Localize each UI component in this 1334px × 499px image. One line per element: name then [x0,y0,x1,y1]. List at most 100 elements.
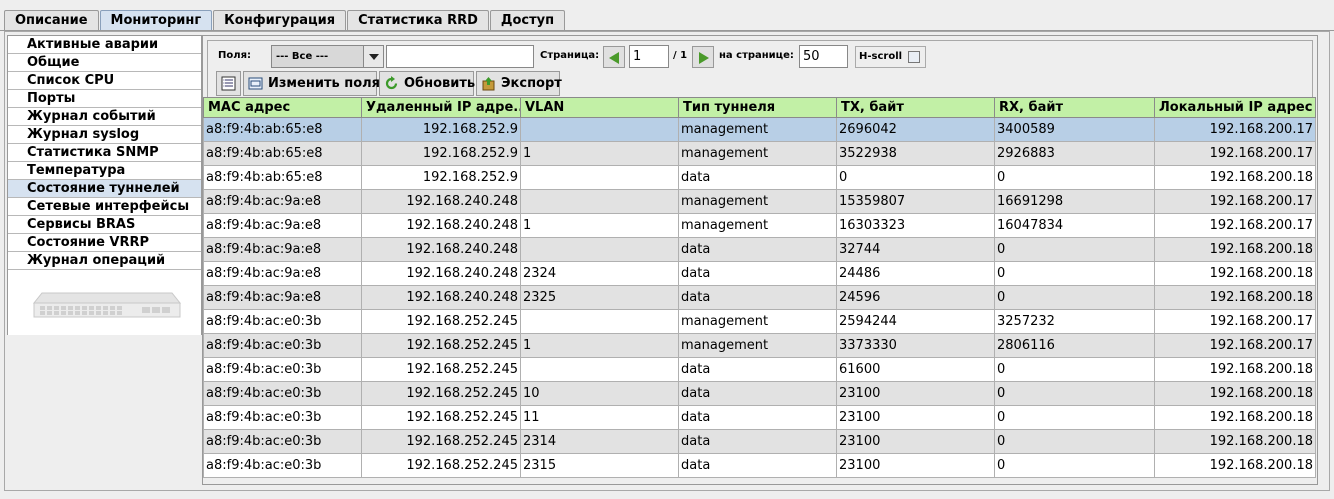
cell-rx: 0 [994,261,1155,286]
per-page-input[interactable]: 50 [799,45,848,68]
cell-local-ip: 192.168.200.18 [1154,237,1316,262]
sidebar-item-event-log[interactable]: Журнал событий [8,108,201,126]
cell-mac: a8:f9:4b:ab:65:e8 [203,141,362,166]
sidebar-item-cpu-list[interactable]: Список CPU [8,72,201,90]
cell-rx: 0 [994,285,1155,310]
prev-page-button[interactable] [603,46,625,68]
fields-select[interactable]: --- Все --- [271,45,384,68]
cell-rx: 0 [994,357,1155,382]
table-row[interactable]: a8:f9:4b:ac:e0:3b 192.168.252.245 2315 data… [203,453,1316,478]
table-row[interactable]: a8:f9:4b:ac:e0:3b 192.168.252.245 1 managem… [203,333,1316,358]
tunnel-state-table: MAC адрес Удаленный IP адре... VLAN Тип … [203,97,1316,478]
main-tab-bar: Описание Мониторинг Конфигурация Статист… [4,10,566,31]
table-row[interactable]: a8:f9:4b:ac:9a:e8 192.168.240.248 manageme… [203,189,1316,214]
cell-rx: 0 [994,165,1155,190]
cell-remote-ip: 192.168.252.245 [361,381,521,406]
cell-tunnel-type: data [678,405,837,430]
sidebar-item-syslog[interactable]: Журнал syslog [8,126,201,144]
hscroll-toggle[interactable]: H-scroll [855,46,926,68]
sidebar-item-operations-log[interactable]: Журнал операций [8,252,201,270]
cell-tx: 24486 [836,261,995,286]
page-label: Страница: [540,50,600,61]
cell-local-ip: 192.168.200.18 [1154,357,1316,382]
sidebar-item-ports[interactable]: Порты [8,90,201,108]
cell-rx: 16047834 [994,213,1155,238]
refresh-icon [385,76,398,90]
sidebar-item-tunnel-state[interactable]: Состояние туннелей [8,180,201,198]
table-row[interactable]: a8:f9:4b:ab:65:e8 192.168.252.9 data 0 0 192.… [203,165,1316,190]
refresh-button[interactable]: Обновить [379,71,475,96]
table-row[interactable]: a8:f9:4b:ac:9a:e8 192.168.240.248 1 managem… [203,213,1316,238]
cell-local-ip: 192.168.200.18 [1154,405,1316,430]
tab-access[interactable]: Доступ [489,10,566,31]
list-view-button[interactable] [216,71,241,96]
cell-tx: 23100 [836,405,995,430]
cell-remote-ip: 192.168.252.245 [361,453,521,478]
table-row[interactable]: a8:f9:4b:ac:e0:3b 192.168.252.245 10 data 23… [203,381,1316,406]
cell-tunnel-type: data [678,453,837,478]
table-row[interactable]: a8:f9:4b:ac:e0:3b 192.168.252.245 manageme… [203,309,1316,334]
column-header-rx[interactable]: RX, байт [994,97,1155,118]
export-icon [482,77,495,91]
cell-tx: 3373330 [836,333,995,358]
tab-rrd-statistics[interactable]: Статистика RRD [347,10,489,31]
cell-rx: 0 [994,381,1155,406]
table-row[interactable]: a8:f9:4b:ac:e0:3b 192.168.252.245 2314 data… [203,429,1316,454]
column-header-tx[interactable]: TX, байт [836,97,995,118]
cell-vlan [520,165,679,190]
sidebar-item-vrrp-state[interactable]: Состояние VRRP [8,234,201,252]
cell-remote-ip: 192.168.240.248 [361,261,521,286]
cell-tunnel-type: data [678,429,837,454]
column-header-mac[interactable]: MAC адрес [203,97,362,118]
sidebar-item-general[interactable]: Общие [8,54,201,72]
table-row[interactable]: a8:f9:4b:ac:9a:e8 192.168.240.248 data 3274… [203,237,1316,262]
tab-configuration[interactable]: Конфигурация [213,10,347,31]
cell-tx: 3522938 [836,141,995,166]
cell-tx: 32744 [836,237,995,262]
sidebar-item-net-interfaces[interactable]: Сетевые интерфейсы [8,198,201,216]
tab-monitoring[interactable]: Мониторинг [99,10,213,31]
cell-vlan: 11 [520,405,679,430]
fields-select-value: --- Все --- [276,51,329,62]
cell-local-ip: 192.168.200.17 [1154,189,1316,214]
switch-device-image [32,292,182,318]
cell-rx: 3257232 [994,309,1155,334]
tab-description[interactable]: Описание [4,10,99,31]
column-header-vlan[interactable]: VLAN [520,97,679,118]
table-row[interactable]: a8:f9:4b:ac:9a:e8 192.168.240.248 2324 data… [203,261,1316,286]
table-row[interactable]: a8:f9:4b:ac:e0:3b 192.168.252.245 data 6160… [203,357,1316,382]
sidebar-item-snmp-stats[interactable]: Статистика SNMP [8,144,201,162]
column-header-tunnel-type[interactable]: Тип туннеля [678,97,837,118]
cell-tx: 0 [836,165,995,190]
column-header-local-ip[interactable]: Локальный IP адрес [1154,97,1316,118]
cell-mac: a8:f9:4b:ac:e0:3b [203,333,362,358]
sidebar-item-temperature[interactable]: Температура [8,162,201,180]
chevron-down-icon [363,46,383,67]
cell-remote-ip: 192.168.252.9 [361,141,521,166]
cell-tx: 23100 [836,453,995,478]
cell-mac: a8:f9:4b:ac:9a:e8 [203,261,362,286]
cell-remote-ip: 192.168.252.245 [361,429,521,454]
sidebar-item-bras-services[interactable]: Сервисы BRAS [8,216,201,234]
filter-input[interactable] [386,45,534,68]
table-row[interactable]: a8:f9:4b:ab:65:e8 192.168.252.9 1 managemen… [203,141,1316,166]
table-row[interactable]: a8:f9:4b:ac:e0:3b 192.168.252.245 11 data 23… [203,405,1316,430]
cell-local-ip: 192.168.200.17 [1154,117,1316,142]
export-button[interactable]: Экспорт [476,71,562,96]
cell-tunnel-type: management [678,117,837,142]
sidebar: Активные аварии Общие Список CPU Порты Ж… [7,35,202,335]
cell-rx: 16691298 [994,189,1155,214]
hscroll-checkbox[interactable] [908,51,920,63]
change-fields-button[interactable]: Изменить поля [243,71,380,96]
sidebar-item-active-alarms[interactable]: Активные аварии [8,36,201,54]
table-row[interactable]: a8:f9:4b:ac:9a:e8 192.168.240.248 2325 data… [203,285,1316,310]
table-row[interactable]: a8:f9:4b:ab:65:e8 192.168.252.9 management… [203,117,1316,142]
cell-local-ip: 192.168.200.17 [1154,309,1316,334]
cell-local-ip: 192.168.200.17 [1154,213,1316,238]
page-input[interactable]: 1 [629,45,669,68]
cell-local-ip: 192.168.200.18 [1154,381,1316,406]
cell-remote-ip: 192.168.252.245 [361,357,521,382]
cell-vlan: 2314 [520,429,679,454]
column-header-remote-ip[interactable]: Удаленный IP адре... [361,97,521,118]
next-page-button[interactable] [692,46,714,68]
